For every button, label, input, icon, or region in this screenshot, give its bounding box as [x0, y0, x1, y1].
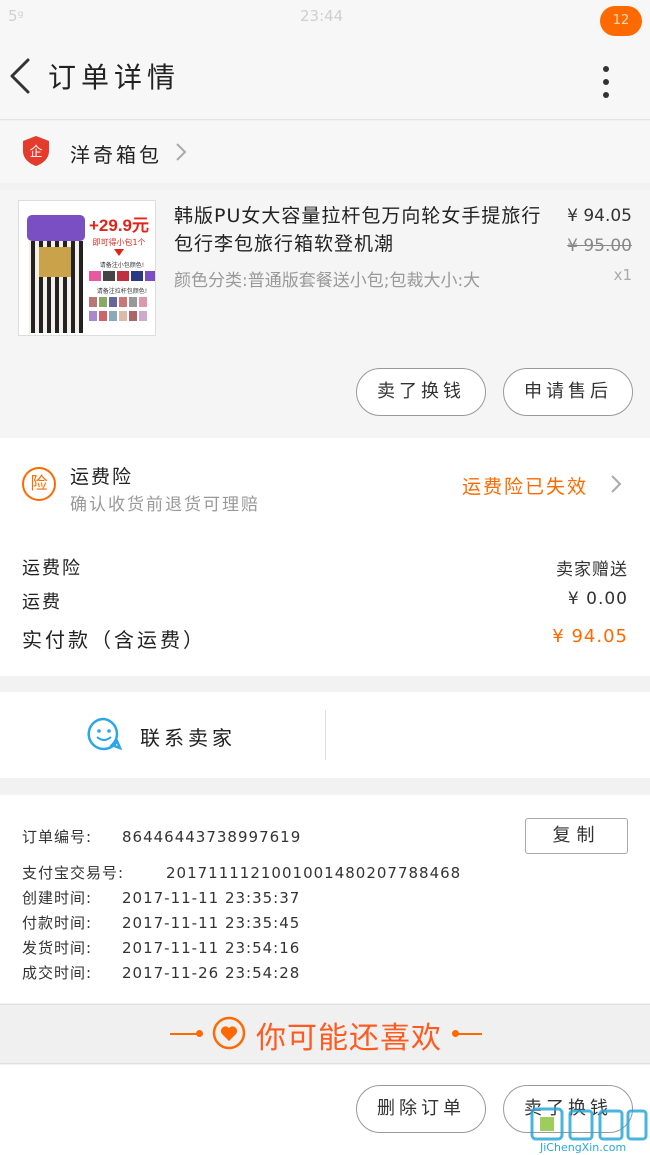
insurance-icon: 险 [22, 467, 56, 501]
alipay-number: 2017111121001001480207788468 [166, 864, 462, 882]
navigation-bar: 订单详情 [0, 32, 650, 120]
product-original-price: ¥ 95.00 [567, 236, 632, 256]
luggage-image: +29.9元 即可得小包1个 请备注小包颜色! 请备注拉杆包颜色! [19, 201, 155, 335]
chat-smile-icon [87, 717, 122, 751]
sell-for-cash-button[interactable]: 卖了换钱 [356, 368, 486, 416]
shop-name: 洋奇箱包 [70, 143, 162, 167]
back-arrow-icon[interactable] [6, 54, 36, 98]
thumb-promo: +29.9元 [89, 216, 149, 235]
shop-badge-icon: 企 [23, 136, 49, 166]
completed-time-line: 成交时间: 2017-11-26 23:54:28 [22, 962, 300, 983]
paid-amount-label: 实付款（含运费） [22, 628, 206, 652]
heart-icon [212, 1016, 246, 1050]
shipped-time-line: 发货时间: 2017-11-11 23:54:16 [22, 937, 300, 958]
fee-label-shipping: 运费 [22, 592, 62, 613]
message-badge[interactable]: 12 [600, 6, 642, 36]
time-value: 2017-11-11 23:35:37 [122, 889, 301, 907]
product-title[interactable]: 韩版PU女大容量拉杆包万向轮女手提旅行包行李包旅行箱软登机潮 [174, 202, 544, 258]
divider [325, 710, 326, 760]
after-sale-button[interactable]: 申请售后 [503, 368, 633, 416]
paid-amount-value: ¥ 94.05 [552, 626, 628, 647]
recommend-title: 你可能还喜欢 [256, 1021, 442, 1056]
shop-row[interactable]: 企 洋奇箱包 [0, 121, 650, 183]
time-value: 2017-11-26 23:54:28 [122, 964, 301, 982]
insurance-status-link[interactable]: 运费险已失效 [462, 472, 588, 499]
copy-button[interactable]: 复制 [525, 818, 628, 854]
watermark-text: JiChengXin.com [540, 1141, 627, 1154]
fee-value-insurance: 卖家赠送 [556, 560, 628, 580]
more-options-icon[interactable] [594, 66, 618, 98]
created-time-line: 创建时间: 2017-11-11 23:35:37 [22, 887, 300, 908]
insurance-subtitle: 确认收货前退货可理赔 [70, 495, 260, 515]
thumb-sub: 即可得小包1个 [92, 237, 145, 247]
thumb-note2: 请备注拉杆包颜色! [97, 287, 147, 295]
time-label: 付款时间: [22, 914, 93, 932]
time-value: 2017-11-11 23:54:16 [122, 939, 301, 957]
time-value: 2017-11-11 23:35:45 [122, 914, 301, 932]
product-sku: 颜色分类:普通版套餐送小包;包裁大小:大 [174, 271, 481, 291]
product-price: ¥ 94.05 [567, 206, 632, 226]
product-thumbnail[interactable]: +29.9元 即可得小包1个 请备注小包颜色! 请备注拉杆包颜色! [18, 200, 156, 336]
paid-time-line: 付款时间: 2017-11-11 23:35:45 [22, 912, 300, 933]
time-label: 成交时间: [22, 964, 93, 982]
time-label: 发货时间: [22, 939, 93, 957]
signal-indicator: 5ᵍ [8, 7, 24, 25]
order-number-label: 订单编号: [22, 828, 93, 846]
delete-order-button[interactable]: 删除订单 [356, 1085, 486, 1133]
insurance-title: 运费险 [70, 466, 134, 488]
contact-seller-label: 联系卖家 [140, 726, 236, 750]
product-quantity: x1 [613, 266, 632, 284]
alipay-number-line: 支付宝交易号: 2017111121001001480207788468 [22, 862, 461, 883]
thumb-note1: 请备注小包颜色! [100, 261, 144, 269]
chevron-right-icon [176, 143, 187, 161]
order-number-line: 订单编号: 86446443738997619 [22, 826, 301, 847]
alipay-number-label: 支付宝交易号: [22, 864, 125, 882]
time-label: 创建时间: [22, 889, 93, 907]
status-bar: 5ᵍ 23:44 [0, 0, 650, 32]
clock: 23:44 [300, 7, 344, 25]
fee-label-insurance: 运费险 [22, 558, 82, 579]
fee-value-shipping: ¥ 0.00 [567, 589, 628, 609]
page-title: 订单详情 [48, 61, 181, 94]
svg-text:企: 企 [29, 144, 42, 160]
decor-dot [196, 1030, 203, 1037]
decor-line [455, 1033, 482, 1035]
order-number: 86446443738997619 [122, 828, 302, 846]
chevron-right-icon [611, 475, 622, 493]
